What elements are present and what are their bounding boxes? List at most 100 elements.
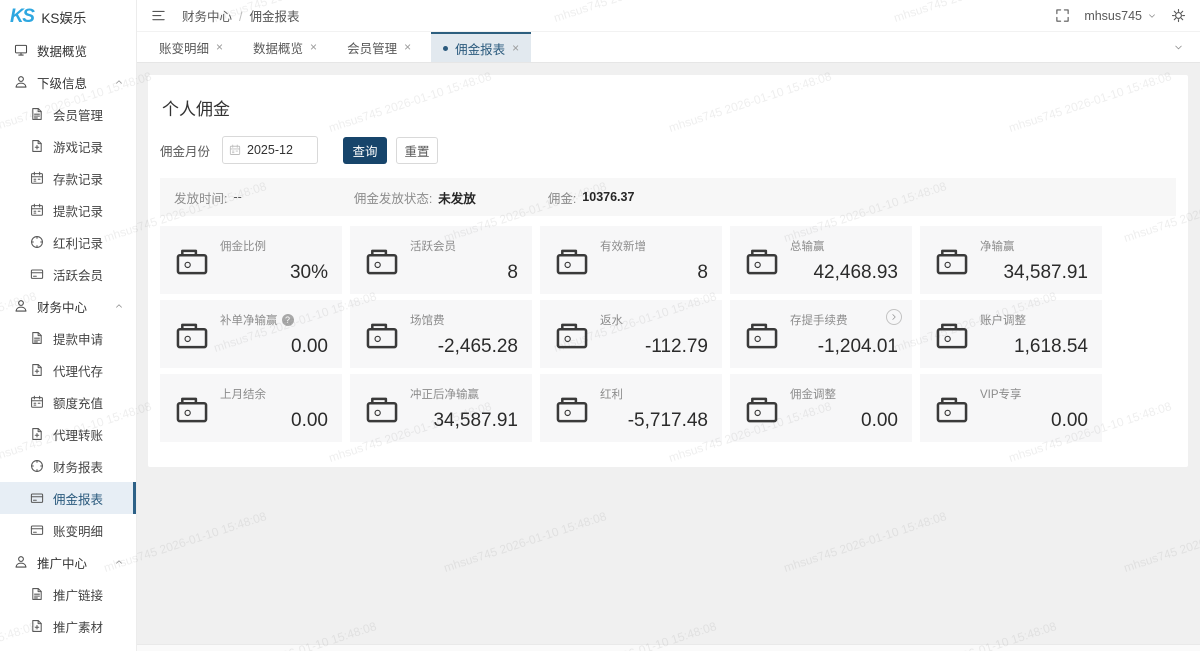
sidebar-item-label: 提款记录 bbox=[53, 201, 103, 220]
sidebar: KS KS娱乐 数据概览 下级信息 会员管理 游戏记录 存款记录 提款记录 红利… bbox=[0, 0, 137, 651]
breadcrumb-separator: / bbox=[239, 10, 242, 24]
month-picker[interactable] bbox=[222, 136, 318, 164]
tab-options bbox=[1173, 32, 1200, 62]
stat-value: 34,587.91 bbox=[980, 262, 1088, 284]
tab-member-management[interactable]: 会员管理 bbox=[337, 32, 421, 62]
breadcrumb-current: 佣金报表 bbox=[250, 10, 300, 24]
commission-value: 10376.37 bbox=[582, 190, 634, 204]
user-icon bbox=[14, 555, 28, 569]
stat-value: -2,465.28 bbox=[410, 336, 518, 358]
fullscreen-icon[interactable] bbox=[1055, 8, 1070, 23]
sidebar-item-label: 推广链接 bbox=[53, 585, 103, 604]
sidebar-item-account-changes[interactable]: 账变明细 bbox=[0, 514, 136, 546]
stat-card-total-winloss: 总输赢42,468.93 bbox=[730, 226, 912, 294]
sidebar-item-deposit-records[interactable]: 存款记录 bbox=[0, 162, 136, 194]
close-icon[interactable] bbox=[512, 42, 519, 54]
app-logo[interactable]: KS KS娱乐 bbox=[0, 0, 136, 34]
month-input[interactable] bbox=[247, 143, 311, 157]
stat-card-account-adjustment: 账户调整1,618.54 bbox=[920, 300, 1102, 368]
sidebar-item-withdrawal-request[interactable]: 提款申请 bbox=[0, 322, 136, 354]
folder-icon bbox=[174, 246, 210, 277]
close-icon[interactable] bbox=[310, 41, 317, 53]
sidebar-group-finance-center[interactable]: 财务中心 bbox=[0, 290, 136, 322]
card-icon bbox=[30, 491, 44, 505]
chevron-up-icon bbox=[114, 77, 124, 87]
stat-label: 佣金调整 bbox=[790, 386, 898, 402]
sidebar-item-agent-transfer[interactable]: 代理转账 bbox=[0, 418, 136, 450]
commission-label: 佣金: bbox=[548, 188, 576, 207]
page-title: 个人佣金 bbox=[162, 95, 1176, 120]
stat-value: 0.00 bbox=[220, 410, 328, 432]
tab-account-changes[interactable]: 账变明细 bbox=[149, 32, 233, 62]
document-plus-icon bbox=[30, 619, 44, 633]
release-time-value: -- bbox=[233, 190, 241, 204]
menu-fold-icon[interactable] bbox=[151, 8, 166, 23]
tab-label: 会员管理 bbox=[347, 38, 397, 57]
folder-icon bbox=[934, 320, 970, 351]
compass-icon bbox=[30, 459, 44, 473]
close-icon[interactable] bbox=[404, 41, 411, 53]
expand-chevron-icon[interactable] bbox=[886, 309, 902, 325]
stat-value: -112.79 bbox=[600, 336, 708, 358]
document-plus-icon bbox=[30, 363, 44, 377]
sidebar-item-financial-report[interactable]: 财务报表 bbox=[0, 450, 136, 482]
sidebar-item-label: 代理转账 bbox=[53, 425, 103, 444]
stat-value: -1,204.01 bbox=[790, 336, 898, 358]
folder-icon bbox=[174, 320, 210, 351]
stat-value: 30% bbox=[220, 262, 328, 284]
sidebar-item-game-records[interactable]: 游戏记录 bbox=[0, 130, 136, 162]
sidebar-item-label: 活跃会员 bbox=[53, 265, 103, 284]
sidebar-item-quota-recharge[interactable]: 额度充值 bbox=[0, 386, 136, 418]
stat-card-commission-adjustment: 佣金调整0.00 bbox=[730, 374, 912, 442]
sidebar-item-label: 代理代存 bbox=[53, 361, 103, 380]
content-area: 个人佣金 佣金月份 查询 重置 发放时间: -- 佣金发放状态: 未发放 佣金:… bbox=[137, 63, 1200, 651]
folder-icon bbox=[744, 246, 780, 277]
sidebar-item-withdrawal-records[interactable]: 提款记录 bbox=[0, 194, 136, 226]
query-button[interactable]: 查询 bbox=[343, 137, 387, 164]
tab-label: 账变明细 bbox=[159, 38, 209, 57]
sidebar-item-label: 存款记录 bbox=[53, 169, 103, 188]
sidebar-item-bonus-records[interactable]: 红利记录 bbox=[0, 226, 136, 258]
logo-icon: KS bbox=[10, 6, 33, 28]
breadcrumb: 财务中心 / 佣金报表 bbox=[182, 6, 300, 25]
reset-button[interactable]: 重置 bbox=[396, 137, 438, 164]
gear-icon[interactable] bbox=[1171, 8, 1186, 23]
sidebar-item-data-overview[interactable]: 数据概览 bbox=[0, 34, 136, 66]
sidebar-item-promotion-material[interactable]: 推广素材 bbox=[0, 610, 136, 642]
stat-card-vip-exclusive: VIP专享0.00 bbox=[920, 374, 1102, 442]
document-icon bbox=[30, 331, 44, 345]
chevron-down-icon[interactable] bbox=[1173, 42, 1184, 53]
horizontal-scrollbar[interactable] bbox=[137, 644, 1200, 651]
sidebar-group-promotion-center[interactable]: 推广中心 bbox=[0, 546, 136, 578]
tab-commission-report[interactable]: 佣金报表 bbox=[431, 32, 531, 62]
stat-cards-grid: 佣金比例30% 活跃会员8 有效新增8 总输赢42,468.93 净输赢34,5… bbox=[160, 226, 1176, 442]
document-icon bbox=[30, 107, 44, 121]
sidebar-item-agent-deposit[interactable]: 代理代存 bbox=[0, 354, 136, 386]
sidebar-group-subordinate-info[interactable]: 下级信息 bbox=[0, 66, 136, 98]
sidebar-item-promotion-link[interactable]: 推广链接 bbox=[0, 578, 136, 610]
sidebar-item-label: 游戏记录 bbox=[53, 137, 103, 156]
close-icon[interactable] bbox=[216, 41, 223, 53]
calendar-icon bbox=[30, 171, 44, 185]
sidebar-item-commission-report[interactable]: 佣金报表 bbox=[0, 482, 136, 514]
folder-icon bbox=[934, 394, 970, 425]
stat-card-venue-fee: 场馆费-2,465.28 bbox=[350, 300, 532, 368]
stat-card-bonus: 红利-5,717.48 bbox=[540, 374, 722, 442]
help-icon[interactable] bbox=[282, 314, 294, 326]
breadcrumb-section: 财务中心 bbox=[182, 10, 232, 24]
sidebar-item-label: 会员管理 bbox=[53, 105, 103, 124]
sidebar-item-active-members[interactable]: 活跃会员 bbox=[0, 258, 136, 290]
sidebar-item-label: 财务中心 bbox=[37, 297, 87, 316]
sidebar-item-label: 数据概览 bbox=[37, 41, 87, 60]
top-bar: 财务中心 / 佣金报表 mhsus745 bbox=[137, 0, 1200, 32]
tab-data-overview[interactable]: 数据概览 bbox=[243, 32, 327, 62]
user-menu[interactable]: mhsus745 bbox=[1084, 9, 1157, 23]
sidebar-item-label: 额度充值 bbox=[53, 393, 103, 412]
sidebar-item-member-management[interactable]: 会员管理 bbox=[0, 98, 136, 130]
tab-bar: 账变明细 数据概览 会员管理 佣金报表 bbox=[137, 32, 1200, 63]
stat-card-adjusted-net-winloss: 补单净输赢0.00 bbox=[160, 300, 342, 368]
sidebar-menu: 数据概览 下级信息 会员管理 游戏记录 存款记录 提款记录 红利记录 活跃会员 … bbox=[0, 34, 136, 642]
stat-value: 8 bbox=[600, 262, 708, 284]
folder-icon bbox=[554, 394, 590, 425]
sidebar-item-label: 佣金报表 bbox=[53, 489, 103, 508]
